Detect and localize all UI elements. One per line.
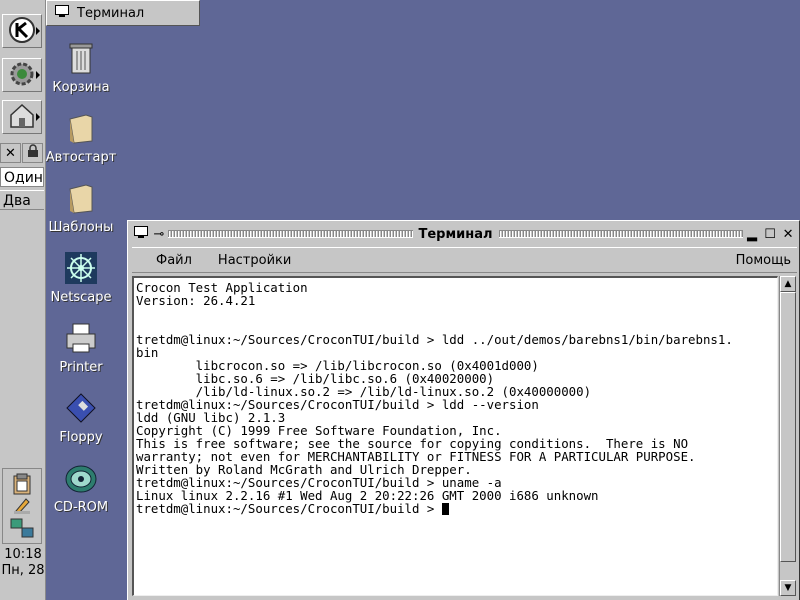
folder-icon <box>63 110 99 146</box>
terminal-output[interactable]: Crocon Test Application Version: 26.4.21… <box>132 276 778 596</box>
menu-settings[interactable]: Настройки <box>206 253 305 268</box>
scroll-up-button[interactable]: ▲ <box>780 276 796 292</box>
desktop-icon-templates[interactable]: Шаблоны <box>44 180 118 235</box>
menu-help[interactable]: Помощь <box>724 253 797 268</box>
maximize-icon: ☐ <box>764 226 776 242</box>
sticky-button[interactable]: ⊸ <box>150 225 168 243</box>
home-button[interactable] <box>2 100 42 134</box>
desktop-icon-label: Шаблоны <box>48 220 114 235</box>
menu-file[interactable]: Файл <box>144 253 206 268</box>
home-icon <box>7 101 37 134</box>
trash-icon <box>63 40 99 76</box>
close-icon: ✕ <box>5 145 16 161</box>
desktop-icon-label: CD-ROM <box>53 500 109 515</box>
network-icon[interactable] <box>10 517 34 542</box>
kde-menu-button[interactable] <box>2 14 42 48</box>
taskbar-item-terminal[interactable]: Терминал <box>46 0 200 26</box>
desktop-icon-floppy[interactable]: Floppy <box>44 390 118 445</box>
lock-icon <box>27 144 39 162</box>
pen-icon[interactable] <box>12 495 32 518</box>
desktop-switch-one[interactable]: Один <box>0 167 44 187</box>
taskbar-item-label: Терминал <box>77 5 145 21</box>
desktop-icon-label: Корзина <box>52 80 110 95</box>
gear-icon <box>7 59 37 92</box>
scroll-down-button[interactable]: ▼ <box>780 580 796 596</box>
system-tray <box>2 468 42 544</box>
desktop-icon-autostart[interactable]: Автостарт <box>44 110 118 165</box>
desktop-switch-two[interactable]: Два <box>0 190 44 210</box>
logout-button[interactable]: ✕ <box>0 143 21 163</box>
minimize-icon: ▂ <box>747 226 758 242</box>
pin-icon: ⊸ <box>153 226 165 242</box>
lock-screen-button[interactable] <box>22 143 43 163</box>
window-titlebar[interactable]: ⊸ Терминал ▂ ☐ ✕ <box>132 224 797 244</box>
desktop-icon-label: Netscape <box>50 290 112 305</box>
minimize-button[interactable]: ▂ <box>743 225 761 243</box>
desktop-icon-cdrom[interactable]: CD-ROM <box>44 460 118 515</box>
floppy-icon <box>63 390 99 426</box>
clock-date: Пн, 28 <box>1 563 45 578</box>
desktop-icon-label: Printer <box>59 360 103 375</box>
control-center-button[interactable] <box>2 58 42 92</box>
maximize-button[interactable]: ☐ <box>761 225 779 243</box>
terminal-text: Crocon Test Application Version: 26.4.21… <box>134 278 777 518</box>
menubar: Файл Настройки Помощь <box>132 247 797 273</box>
cdrom-icon <box>63 460 99 496</box>
terminal-prompt: tretdm@linux:~/Sources/CroconTUI/build > <box>136 501 442 516</box>
window-title: Терминал <box>418 226 493 242</box>
terminal-icon <box>134 226 148 242</box>
terminal-line: tretdm@linux:~/Sources/CroconTUI/build >… <box>136 332 733 347</box>
desktop-icon-label: Floppy <box>59 430 103 445</box>
desktop-icon-label: Автостарт <box>45 150 117 165</box>
close-icon: ✕ <box>782 226 794 242</box>
printer-icon <box>63 320 99 356</box>
scrollbar-thumb[interactable] <box>780 292 796 562</box>
desktop-icon-trash[interactable]: Корзина <box>44 40 118 95</box>
terminal-icon <box>55 5 69 21</box>
desktop-icon-printer[interactable]: Printer <box>44 320 118 375</box>
netscape-icon <box>63 250 99 286</box>
vertical-scrollbar[interactable]: ▲ ▼ <box>779 276 796 596</box>
arrow-down-icon: ▼ <box>784 583 792 593</box>
folder-icon <box>63 180 99 216</box>
close-button[interactable]: ✕ <box>779 225 797 243</box>
arrow-up-icon: ▲ <box>784 279 792 289</box>
terminal-line: Version: 26.4.21 <box>136 293 256 308</box>
clock-time: 10:18 <box>4 547 42 562</box>
kde-logo-icon <box>7 15 37 48</box>
terminal-cursor <box>441 503 449 515</box>
clock[interactable]: 10:18 Пн, 28 <box>0 547 46 579</box>
window-menu-button[interactable] <box>132 225 150 243</box>
terminal-window: ⊸ Терминал ▂ ☐ ✕ Файл Настройки Помощь C… <box>127 220 800 600</box>
desktop-icon-netscape[interactable]: Netscape <box>44 250 118 305</box>
kde-panel: ✕ Один Два 10:18 Пн, 28 <box>0 0 46 600</box>
